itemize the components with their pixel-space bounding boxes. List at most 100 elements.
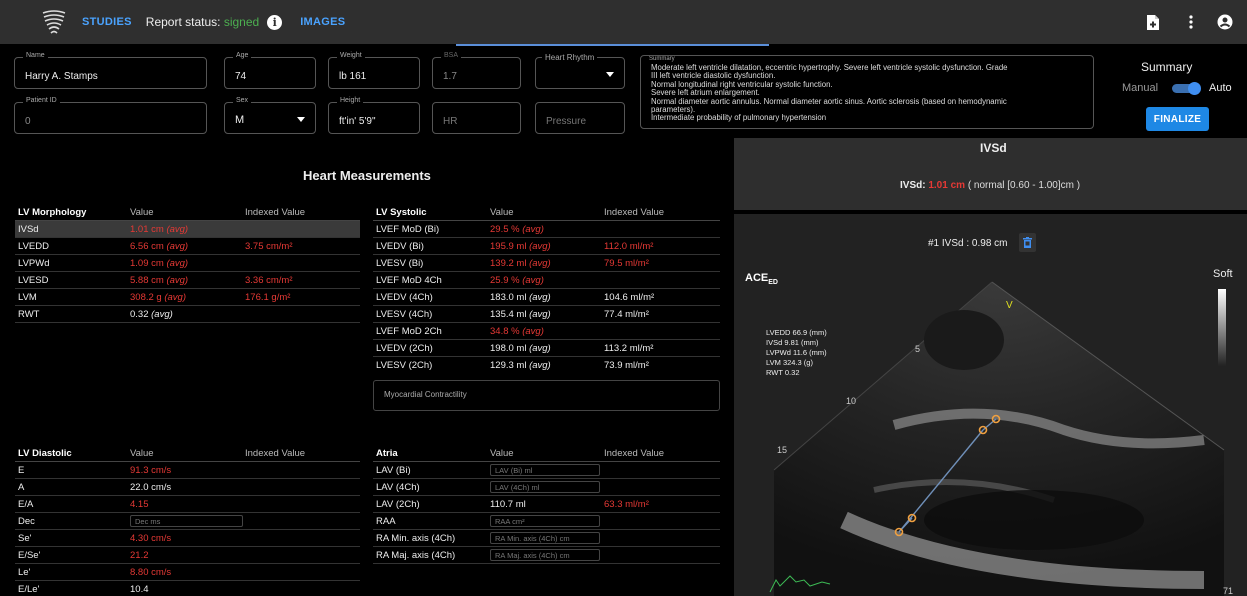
table-row[interactable]: Dec Dec ms	[15, 513, 360, 530]
measure-value: 0.32 (avg)	[130, 309, 245, 320]
table-row[interactable]: LAV (2Ch) 110.7 ml 63.3 ml/m²	[373, 496, 720, 513]
patient-id-field[interactable]: Patient ID 0	[14, 97, 207, 134]
logo-icon[interactable]	[40, 8, 68, 36]
ra-maj-axis-input[interactable]: RA Maj. axis (4Ch) cm	[490, 549, 600, 561]
myocardial-contractility-field[interactable]: Myocardial Contractility	[373, 380, 720, 411]
pressure-placeholder: Pressure	[546, 116, 587, 127]
measure-indexed: 63.3 ml/m²	[604, 498, 649, 510]
measure-name: LAV (Bi)	[376, 464, 411, 476]
measure-value: 8.80 cm/s	[130, 566, 172, 578]
pressure-field[interactable]: Pressure	[535, 102, 625, 134]
table-row[interactable]: RAA RAA cm²	[373, 513, 720, 530]
summary-line: Intermediate probability of pulmonary hy…	[651, 113, 827, 123]
header-cell: Indexed Value	[604, 206, 665, 218]
ultrasound-sector	[773, 281, 1225, 596]
overlay-line: LVM 324.3 (g)	[766, 358, 813, 367]
measure-value: 22.0 cm/s	[130, 481, 172, 493]
weight-field[interactable]: Weight lb 161	[328, 52, 420, 89]
value-number: 195.9 ml	[490, 240, 527, 252]
table-row[interactable]: RA Min. axis (4Ch) RA Min. axis (4Ch) cm	[373, 530, 720, 547]
studies-link[interactable]: STUDIES	[82, 16, 132, 28]
table-row[interactable]: LVESV (2Ch) 129.3 ml (avg) 73.9 ml/m²	[373, 357, 720, 374]
heart-rhythm-select[interactable]: Heart Rhythm	[535, 53, 625, 89]
raa-input[interactable]: RAA cm²	[490, 515, 600, 527]
dec-input[interactable]: Dec ms	[130, 515, 243, 527]
measure-name: LVEF MoD 2Ch	[376, 325, 442, 337]
table-row[interactable]: RWT 0.32 (avg)	[15, 306, 360, 323]
table-row[interactable]: A 22.0 cm/s	[15, 479, 360, 496]
value-number: 25.9 %	[490, 274, 520, 286]
ra-min-axis-input[interactable]: RA Min. axis (4Ch) cm	[490, 532, 600, 544]
table-row[interactable]: LVM 308.2 g (avg) 176.1 g/m²	[15, 289, 360, 306]
header-cell: Value	[130, 447, 154, 459]
images-link[interactable]: IMAGES	[300, 16, 345, 28]
info-icon[interactable]: i	[267, 14, 283, 30]
add-document-icon[interactable]	[1143, 12, 1163, 32]
table-row[interactable]: LVEDV (2Ch) 198.0 ml (avg) 113.2 ml/m²	[373, 340, 720, 357]
table-row[interactable]: LAV (4Ch) LAV (4Ch) ml	[373, 479, 720, 496]
value-number: 308.2 g	[130, 291, 162, 303]
table-row[interactable]: LVEDD 6.56 cm (avg) 3.75 cm/m²	[15, 238, 360, 255]
age-field[interactable]: Age 74	[224, 52, 316, 89]
account-icon[interactable]	[1215, 12, 1235, 32]
table-header: LV Systolic Value Indexed Value	[373, 204, 720, 221]
overlay-line: IVSd 9.81 (mm)	[766, 338, 819, 347]
age-value: 74	[235, 71, 247, 82]
measure-name: LVM	[18, 291, 37, 303]
overlay-line: RWT 0.32	[766, 368, 800, 377]
value-number: 135.4 ml	[490, 308, 527, 320]
delete-measurement-button[interactable]	[1019, 233, 1036, 252]
table-row[interactable]: IVSd 1.01 cm (avg)	[15, 221, 360, 238]
measure-value: 4.30 cm/s	[130, 532, 172, 544]
measure-value: 198.0 ml (avg)	[490, 343, 604, 354]
table-row[interactable]: E/Se' 21.2	[15, 547, 360, 564]
auto-summary-toggle[interactable]	[1172, 82, 1202, 95]
measure-indexed: 73.9 ml/m²	[604, 360, 649, 371]
sex-label: Sex	[233, 97, 252, 104]
height-field[interactable]: Height ft'in' 5'9"	[328, 97, 420, 134]
table-row[interactable]: Le' 8.80 cm/s	[15, 564, 360, 581]
measure-name: LVESV (4Ch)	[376, 308, 433, 320]
more-vert-icon[interactable]	[1181, 12, 1201, 32]
measure-value: 25.9 % (avg)	[490, 275, 604, 286]
table-row[interactable]: E 91.3 cm/s	[15, 462, 360, 479]
table-row[interactable]: E/Le' 10.4	[15, 581, 360, 596]
table-row[interactable]: LVEDV (Bi) 195.9 ml (avg) 112.0 ml/m²	[373, 238, 720, 255]
lav-bi-input[interactable]: LAV (Bi) ml	[490, 464, 600, 476]
summary-line: Normal diameter aortic annulus. Normal d…	[651, 96, 1007, 106]
finalize-button[interactable]: FINALIZE	[1146, 107, 1209, 131]
name-field[interactable]: Name Harry A. Stamps	[14, 52, 207, 89]
table-row[interactable]: LVPWd 1.09 cm (avg)	[15, 255, 360, 272]
table-row[interactable]: RA Maj. axis (4Ch) RA Maj. axis (4Ch) cm	[373, 547, 720, 564]
table-row[interactable]: LVEF MoD 2Ch 34.8 % (avg)	[373, 323, 720, 340]
lav-4ch-input[interactable]: LAV (4Ch) ml	[490, 481, 600, 493]
table-row[interactable]: LVEF MoD (Bi) 29.5 % (avg)	[373, 221, 720, 238]
table-row[interactable]: LVESV (4Ch) 135.4 ml (avg) 77.4 ml/m²	[373, 306, 720, 323]
value-number: 183.0 ml	[490, 291, 527, 303]
measurement-item: #1 IVSd : 0.98 cm	[928, 238, 1008, 249]
hr-placeholder: HR	[443, 116, 458, 127]
measure-name: E/Le'	[18, 583, 40, 595]
table-row[interactable]: LVEDV (4Ch) 183.0 ml (avg) 104.6 ml/m²	[373, 289, 720, 306]
header-cell: Indexed Value	[604, 447, 665, 459]
table-row[interactable]: Se' 4.30 cm/s	[15, 530, 360, 547]
measure-value: 21.2	[130, 549, 149, 561]
measure-value: 135.4 ml (avg)	[490, 309, 604, 320]
table-row[interactable]: E/A 4.15	[15, 496, 360, 513]
table-row[interactable]: LVEF MoD 4Ch 25.9 % (avg)	[373, 272, 720, 289]
measure-name: RA Maj. axis (4Ch)	[376, 549, 456, 561]
table-row[interactable]: LVESD 5.88 cm (avg) 3.36 cm/m²	[15, 272, 360, 289]
bsa-value: 1.7	[443, 71, 457, 82]
measure-value: 10.4	[130, 583, 149, 595]
measure-name: LVESV (Bi)	[376, 257, 424, 269]
table-row[interactable]: LVESV (Bi) 139.2 ml (avg) 79.5 ml/m²	[373, 255, 720, 272]
result-label: IVSd:	[900, 180, 926, 191]
value-suffix: (avg)	[529, 291, 551, 303]
measure-name: LVESD	[18, 274, 49, 286]
measure-name: LVESV (2Ch)	[376, 360, 433, 371]
table-row[interactable]: LAV (Bi) LAV (Bi) ml	[373, 462, 720, 479]
measure-name: E/A	[18, 498, 34, 510]
hr-field[interactable]: HR	[432, 102, 521, 134]
sex-select[interactable]: Sex M	[224, 97, 316, 134]
summary-textarea[interactable]: Summary Moderate left ventricle dilatati…	[640, 55, 1094, 129]
